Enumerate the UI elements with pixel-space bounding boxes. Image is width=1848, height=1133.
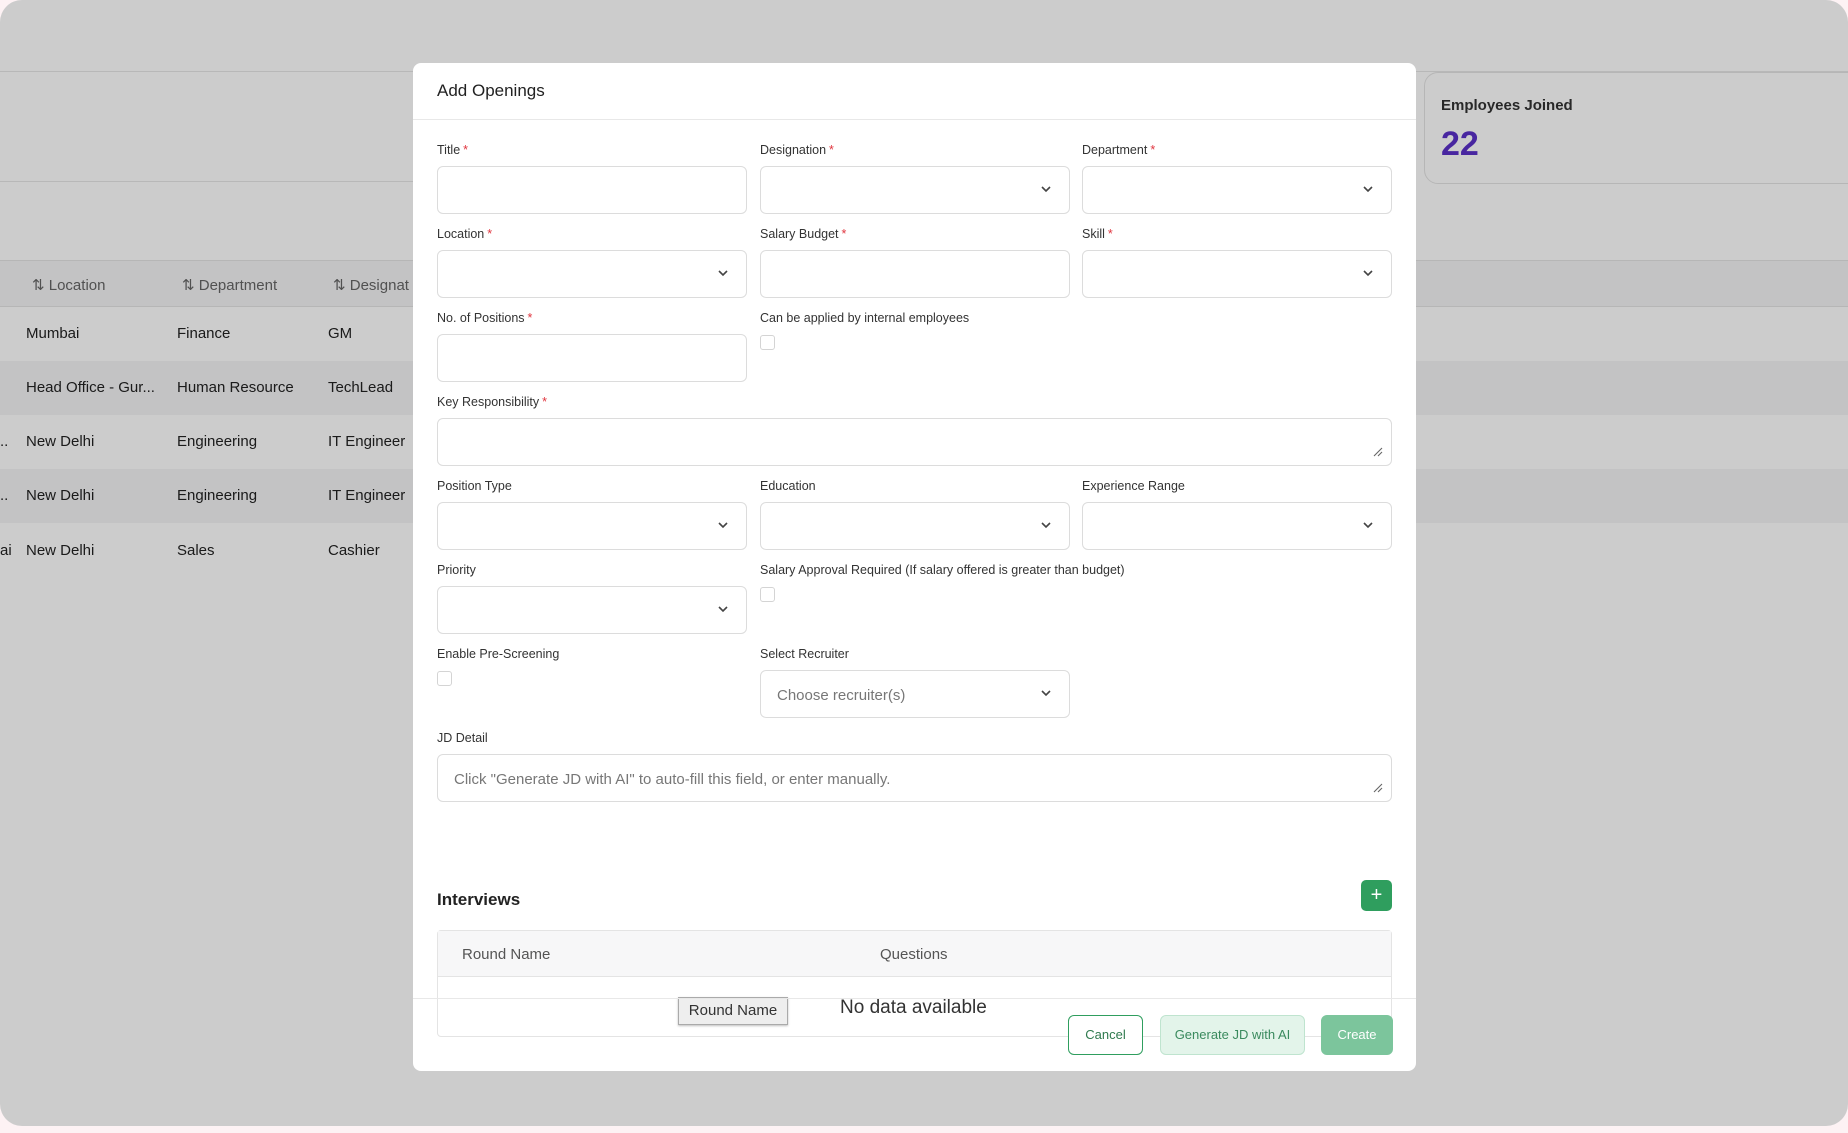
interviews-table-header: Round Name Questions xyxy=(438,931,1391,977)
key-responsibility-textarea[interactable] xyxy=(437,418,1392,466)
create-button[interactable]: Create xyxy=(1321,1015,1393,1055)
key-responsibility-field: Key Responsibility * xyxy=(437,395,1392,467)
priority-select[interactable] xyxy=(437,586,747,634)
chevron-down-icon xyxy=(718,606,728,613)
field-label: Department * xyxy=(1082,143,1156,157)
field-label: Salary Budget * xyxy=(760,227,847,241)
field-label: Salary Approval Required (If salary offe… xyxy=(760,563,1125,577)
department-select[interactable] xyxy=(1082,166,1392,214)
field-label: Key Responsibility * xyxy=(437,395,548,409)
field-label: Can be applied by internal employees xyxy=(760,311,970,325)
education-select[interactable] xyxy=(760,502,1070,550)
field-label: Education xyxy=(760,479,816,493)
skill-select[interactable] xyxy=(1082,250,1392,298)
title-input[interactable] xyxy=(437,166,747,214)
add-interview-button[interactable]: + xyxy=(1361,880,1392,911)
chevron-down-icon xyxy=(718,522,728,529)
modal-title: Add Openings xyxy=(437,81,545,100)
pre-screening-checkbox[interactable] xyxy=(437,671,452,686)
field-label: Position Type xyxy=(437,479,512,493)
modal-footer: Cancel Generate JD with AI Create xyxy=(413,998,1416,1071)
skill-field: Skill * xyxy=(1082,227,1392,299)
department-field: Department * xyxy=(1082,143,1392,215)
designation-field: Designation * xyxy=(760,143,1070,215)
field-label: JD Detail xyxy=(437,731,488,745)
internal-employees-checkbox[interactable] xyxy=(760,335,775,350)
field-label: Designation * xyxy=(760,143,834,157)
app-frame: Employees Joined 22 ⇅ Location ⇅ Departm… xyxy=(0,0,1848,1126)
positions-field: No. of Positions * xyxy=(437,311,747,383)
designation-select[interactable] xyxy=(760,166,1070,214)
field-label: Location * xyxy=(437,227,493,241)
position-type-select[interactable] xyxy=(437,502,747,550)
column-header-round-name: Round Name xyxy=(462,946,551,963)
recruiter-select[interactable]: Choose recruiter(s) xyxy=(760,670,1070,718)
chevron-down-icon xyxy=(1363,522,1373,529)
field-label: Select Recruiter xyxy=(760,647,849,661)
education-field: Education xyxy=(760,479,1070,551)
chevron-down-icon xyxy=(1041,186,1051,193)
field-label: Experience Range xyxy=(1082,479,1185,493)
cancel-button[interactable]: Cancel xyxy=(1068,1015,1143,1055)
field-label: Skill * xyxy=(1082,227,1113,241)
internal-employees-field: Can be applied by internal employees xyxy=(760,311,1080,355)
chevron-down-icon xyxy=(1041,690,1051,697)
field-label: Title * xyxy=(437,143,469,157)
modal-header: Add Openings xyxy=(413,63,1416,120)
field-label: Enable Pre-Screening xyxy=(437,647,560,661)
jd-detail-textarea[interactable]: Click "Generate JD with AI" to auto-fill… xyxy=(437,754,1392,802)
priority-field: Priority xyxy=(437,563,747,635)
interviews-heading: Interviews xyxy=(437,890,521,909)
column-header-questions: Questions xyxy=(880,946,948,963)
resize-handle-icon[interactable] xyxy=(1371,445,1383,457)
experience-range-select[interactable] xyxy=(1082,502,1392,550)
field-label: Priority xyxy=(437,563,476,577)
modal-body: Title * Designation * Department * Location… xyxy=(437,120,1392,1037)
pre-screening-field: Enable Pre-Screening xyxy=(437,647,747,691)
add-openings-dialog: Add Openings Title * Designation * Departm… xyxy=(413,63,1416,1071)
location-field: Location * xyxy=(437,227,747,299)
field-label: No. of Positions * xyxy=(437,311,533,325)
jd-detail-placeholder: Click "Generate JD with AI" to auto-fill… xyxy=(454,771,891,788)
salary-budget-input[interactable] xyxy=(760,250,1070,298)
salary-approval-field: Salary Approval Required (If salary offe… xyxy=(760,563,1160,607)
title-field: Title * xyxy=(437,143,747,215)
chevron-down-icon xyxy=(1363,270,1373,277)
experience-range-field: Experience Range xyxy=(1082,479,1392,551)
jd-detail-field: JD Detail Click "Generate JD with AI" to… xyxy=(437,731,1392,803)
chevron-down-icon xyxy=(1041,522,1051,529)
location-select[interactable] xyxy=(437,250,747,298)
positions-input[interactable] xyxy=(437,334,747,382)
resize-handle-icon[interactable] xyxy=(1371,781,1383,793)
chevron-down-icon xyxy=(1363,186,1373,193)
recruiter-placeholder: Choose recruiter(s) xyxy=(777,687,906,704)
salary-approval-checkbox[interactable] xyxy=(760,587,775,602)
position-type-field: Position Type xyxy=(437,479,747,551)
generate-jd-button[interactable]: Generate JD with AI xyxy=(1160,1015,1305,1055)
recruiter-field: Select Recruiter Choose recruiter(s) xyxy=(760,647,1070,719)
chevron-down-icon xyxy=(718,270,728,277)
salary-budget-field: Salary Budget * xyxy=(760,227,1070,299)
